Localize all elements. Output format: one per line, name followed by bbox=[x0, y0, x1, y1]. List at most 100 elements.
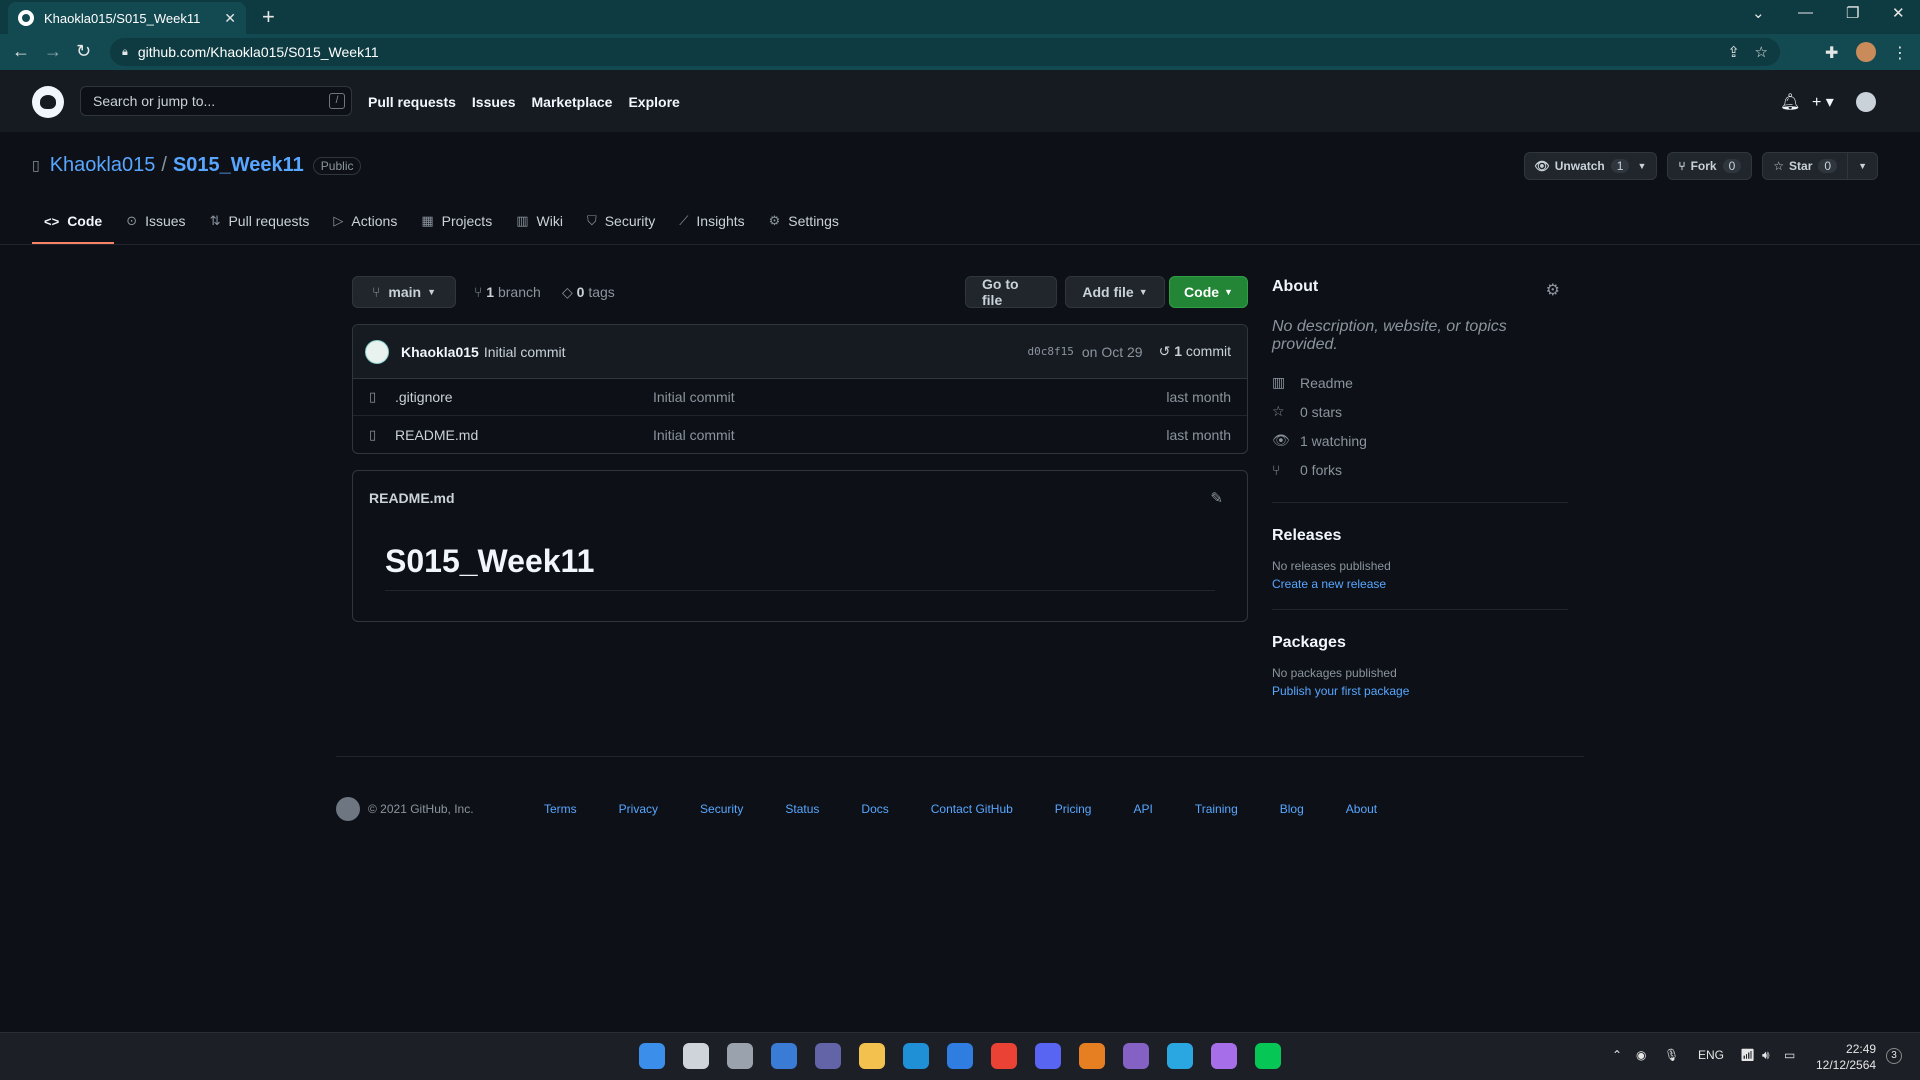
footer-link-about[interactable]: About bbox=[1346, 802, 1377, 816]
browser-tab[interactable]: Khaokla015/S015_Week11 ✕ bbox=[8, 2, 246, 34]
teams-chat-icon[interactable] bbox=[815, 1043, 841, 1069]
extensions-icon[interactable]: ✚ bbox=[1825, 43, 1838, 63]
chrome-icon[interactable] bbox=[991, 1043, 1017, 1069]
notification-badge[interactable]: 3 bbox=[1886, 1048, 1902, 1064]
minimize-icon[interactable]: — bbox=[1798, 4, 1813, 21]
user-avatar[interactable] bbox=[1856, 92, 1876, 112]
code-button[interactable]: Code ▼ bbox=[1169, 276, 1248, 308]
tab-close-icon[interactable]: ✕ bbox=[224, 10, 236, 27]
widgets-icon[interactable] bbox=[771, 1043, 797, 1069]
github-desktop-icon[interactable] bbox=[1211, 1043, 1237, 1069]
tab-issues[interactable]: ⊙ Issues bbox=[114, 198, 197, 244]
file-name[interactable]: .gitignore bbox=[395, 389, 653, 405]
create-release-link[interactable]: Create a new release bbox=[1272, 577, 1568, 591]
battery-icon[interactable]: ▭ bbox=[1784, 1048, 1795, 1062]
repo-owner-link[interactable]: Khaokla015 bbox=[50, 154, 156, 177]
footer-link-api[interactable]: API bbox=[1133, 802, 1152, 816]
file-row[interactable]: ▯ README.md Initial commit last month bbox=[353, 416, 1247, 453]
footer-link-pricing[interactable]: Pricing bbox=[1055, 802, 1092, 816]
search-icon[interactable] bbox=[683, 1043, 709, 1069]
author-avatar[interactable] bbox=[365, 339, 389, 364]
microphone-icon[interactable]: 🎙︎ bbox=[1664, 1048, 1679, 1062]
footer-link-terms[interactable]: Terms bbox=[544, 802, 577, 816]
readme-link[interactable]: ▥ Readme bbox=[1272, 368, 1568, 397]
browser-menu-icon[interactable]: ⋮ bbox=[1892, 43, 1908, 63]
go-to-file-button[interactable]: Go to file bbox=[965, 276, 1057, 308]
file-commit-message[interactable]: Initial commit bbox=[653, 427, 735, 443]
file-commit-message[interactable]: Initial commit bbox=[653, 389, 735, 405]
star-button[interactable]: ☆ Star 0 ▼ bbox=[1762, 152, 1878, 180]
share-icon[interactable]: ⇪ bbox=[1727, 43, 1740, 61]
file-name[interactable]: README.md bbox=[395, 427, 653, 443]
visual-studio-icon[interactable] bbox=[1123, 1043, 1149, 1069]
create-new-icon[interactable]: + ▾ bbox=[1812, 92, 1834, 112]
line-icon[interactable] bbox=[1255, 1043, 1281, 1069]
footer-link-docs[interactable]: Docs bbox=[861, 802, 888, 816]
unwatch-button[interactable]: 👁︎ Unwatch 1 ▼ bbox=[1523, 152, 1658, 180]
new-tab-button[interactable]: + bbox=[262, 6, 275, 28]
stars-link[interactable]: ☆ 0 stars bbox=[1272, 397, 1568, 426]
commit-message[interactable]: Initial commit bbox=[484, 344, 566, 360]
github-logo-icon[interactable] bbox=[32, 86, 64, 118]
footer-link-blog[interactable]: Blog bbox=[1280, 802, 1304, 816]
add-file-button[interactable]: Add file ▼ bbox=[1065, 276, 1165, 308]
footer-link-training[interactable]: Training bbox=[1195, 802, 1238, 816]
search-input[interactable]: Search or jump to... / bbox=[80, 86, 352, 116]
commit-author[interactable]: Khaokla015 bbox=[401, 344, 479, 360]
nav-explore[interactable]: Explore bbox=[628, 94, 679, 110]
omnibox[interactable]: 🔒︎ github.com/Khaokla015/S015_Week11 ⇪ ☆ bbox=[110, 38, 1780, 66]
footer-link-contact[interactable]: Contact GitHub bbox=[931, 802, 1013, 816]
browser-profile-avatar[interactable] bbox=[1856, 42, 1876, 62]
back-icon[interactable]: ← bbox=[12, 41, 30, 62]
volume-icon[interactable]: 🔊︎ bbox=[1762, 1048, 1770, 1063]
fork-button[interactable]: ⑂ Fork 0 bbox=[1667, 152, 1753, 180]
clock[interactable]: 22:49 12/12/2564 bbox=[1816, 1041, 1876, 1073]
commit-history-link[interactable]: ↺ 1 commit bbox=[1159, 343, 1231, 360]
tab-insights[interactable]: ⟋ Insights bbox=[667, 198, 756, 244]
steam-icon[interactable]: ◉ bbox=[1636, 1048, 1646, 1062]
watching-link[interactable]: 👁︎ 1 watching bbox=[1272, 426, 1568, 455]
tab-pull-requests[interactable]: ⇅ Pull requests bbox=[198, 198, 322, 244]
forward-icon[interactable]: → bbox=[44, 41, 62, 62]
wifi-icon[interactable]: 📶︎ bbox=[1740, 1048, 1755, 1062]
chrome-profile-icon[interactable] bbox=[1079, 1043, 1105, 1069]
tab-wiki[interactable]: ▥ Wiki bbox=[504, 198, 575, 244]
url-text[interactable]: github.com/Khaokla015/S015_Week11 bbox=[138, 44, 379, 60]
footer-link-status[interactable]: Status bbox=[785, 802, 819, 816]
footer-link-security[interactable]: Security bbox=[700, 802, 743, 816]
tab-search-icon[interactable]: ⌄ bbox=[1752, 4, 1765, 22]
nav-pull-requests[interactable]: Pull requests bbox=[368, 94, 456, 110]
tags-link[interactable]: ◇ 0 tags bbox=[562, 284, 615, 301]
repo-name-link[interactable]: S015_Week11 bbox=[173, 154, 304, 177]
tab-security[interactable]: ⛉ Security bbox=[575, 198, 667, 244]
gear-icon[interactable]: ⚙ bbox=[1546, 280, 1560, 300]
tab-projects[interactable]: ▦ Projects bbox=[409, 198, 504, 244]
github-logo-icon[interactable] bbox=[336, 797, 360, 821]
star-dropdown-icon[interactable]: ▼ bbox=[1847, 153, 1867, 179]
forks-link[interactable]: ⑂ 0 forks bbox=[1272, 455, 1568, 484]
branches-link[interactable]: ⑂ 1 branch bbox=[474, 284, 541, 300]
windows-start-icon[interactable] bbox=[639, 1043, 665, 1069]
task-view-icon[interactable] bbox=[727, 1043, 753, 1069]
packages-title[interactable]: Packages bbox=[1272, 634, 1568, 652]
chevron-up-icon[interactable]: ⌃ bbox=[1612, 1048, 1622, 1062]
releases-title[interactable]: Releases bbox=[1272, 527, 1568, 545]
window-close-icon[interactable]: ✕ bbox=[1892, 4, 1905, 22]
file-explorer-icon[interactable] bbox=[859, 1043, 885, 1069]
restore-icon[interactable]: ❐ bbox=[1846, 4, 1859, 22]
bookmark-star-icon[interactable]: ☆ bbox=[1755, 43, 1768, 61]
tab-settings[interactable]: ⚙ Settings bbox=[757, 198, 851, 244]
discord-icon[interactable] bbox=[1035, 1043, 1061, 1069]
mail-icon[interactable] bbox=[947, 1043, 973, 1069]
commit-sha[interactable]: d0c8f15 bbox=[1028, 345, 1074, 358]
file-row[interactable]: ▯ .gitignore Initial commit last month bbox=[353, 379, 1247, 416]
edge-icon[interactable] bbox=[903, 1043, 929, 1069]
publish-package-link[interactable]: Publish your first package bbox=[1272, 684, 1568, 698]
language-indicator[interactable]: ENG bbox=[1698, 1048, 1724, 1062]
nav-marketplace[interactable]: Marketplace bbox=[532, 94, 613, 110]
photos-icon[interactable] bbox=[1167, 1043, 1193, 1069]
reload-icon[interactable]: ↻ bbox=[76, 41, 91, 62]
bell-icon[interactable]: 🔔︎ bbox=[1780, 92, 1800, 112]
tab-code[interactable]: <> Code bbox=[32, 198, 115, 244]
tab-actions[interactable]: ▷ Actions bbox=[321, 198, 409, 244]
